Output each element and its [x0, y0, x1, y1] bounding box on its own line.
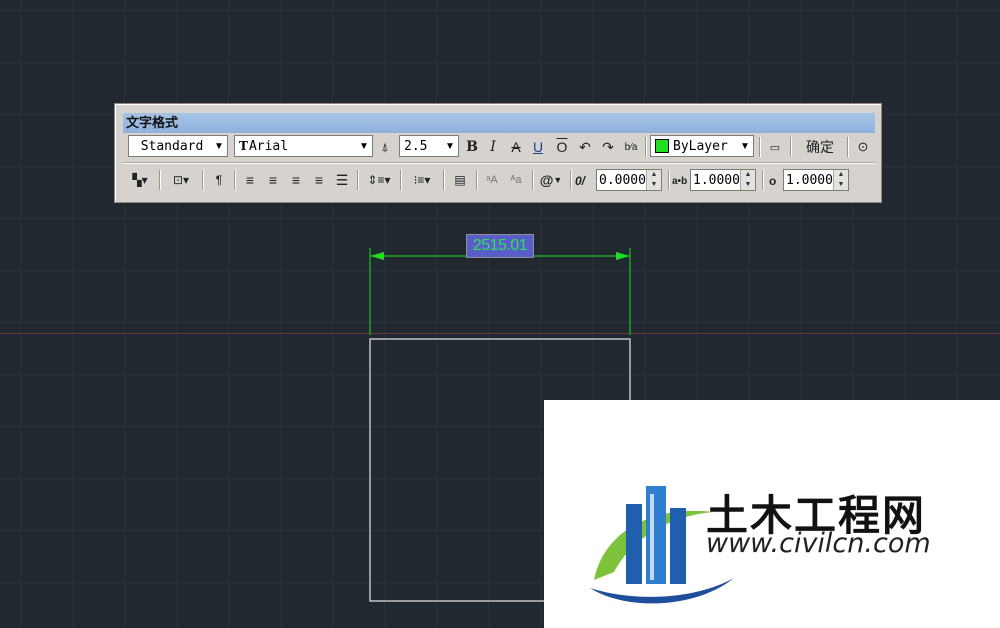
separator	[202, 170, 204, 190]
color-combo[interactable]: ByLayer ▼	[650, 135, 754, 157]
ok-button[interactable]: 确定	[797, 137, 843, 157]
undo-icon[interactable]: ↶	[576, 137, 594, 157]
annotative-icon[interactable]: ⍋	[376, 137, 394, 157]
width-factor-icon: o	[769, 174, 777, 188]
underline-button[interactable]: U	[529, 137, 547, 157]
dimension-text-editor[interactable]: 2515.01	[466, 234, 534, 258]
chevron-down-icon: ▼	[553, 175, 563, 185]
truetype-font-icon: T	[239, 139, 248, 153]
separator	[234, 170, 236, 190]
text-style-value: Standard	[140, 138, 204, 154]
text-formatting-toolbar: 文字格式 Standard ▼ T Arial ▼ ⍋ 2.5 ▼ B I A …	[114, 103, 882, 203]
lowercase-icon[interactable]: ᴬa	[505, 170, 527, 190]
overline-button[interactable]: O	[553, 137, 571, 157]
bold-button[interactable]: B	[463, 137, 481, 157]
redo-icon[interactable]: ↷	[599, 137, 617, 157]
font-value: Arial	[248, 138, 289, 154]
line-spacing-icon[interactable]: ⇕≡▾	[363, 170, 395, 190]
text-height-combo[interactable]: 2.5 ▼	[399, 135, 459, 157]
insert-field-icon[interactable]: ▤	[449, 170, 471, 190]
text-style-combo[interactable]: Standard ▼	[128, 135, 228, 157]
symbol-label: @	[539, 172, 554, 188]
separator	[476, 170, 478, 190]
chevron-down-icon: ▼	[445, 140, 455, 152]
color-swatch	[655, 139, 669, 153]
separator	[645, 137, 647, 157]
oblique-icon: 0/	[575, 174, 586, 188]
separator	[532, 170, 534, 190]
width-factor-input[interactable]: 1.0000 ▲ ▼	[783, 169, 849, 191]
separator	[847, 137, 849, 157]
uppercase-icon[interactable]: ᵃA	[481, 170, 503, 190]
tracking-value: 1.0000	[693, 172, 740, 188]
tracking-icon: a•b	[672, 175, 688, 187]
watermark-logo: 土木工程网 www.civilcn.com	[544, 400, 1000, 628]
separator	[400, 170, 402, 190]
align-left-icon[interactable]: ≡	[240, 170, 260, 190]
separator	[790, 137, 792, 157]
distribute-icon[interactable]: ☰	[332, 170, 352, 190]
separator	[759, 137, 761, 157]
separator	[570, 170, 572, 190]
text-height-value: 2.5	[404, 138, 428, 154]
chevron-down-icon: ▼	[359, 140, 369, 152]
stack-icon[interactable]: b⁄a	[622, 137, 640, 157]
italic-button[interactable]: I	[484, 137, 502, 157]
justify-icon[interactable]: ≡	[309, 170, 329, 190]
mtext-justification-icon[interactable]: ⊡▾	[165, 170, 197, 190]
oblique-angle-input[interactable]: 0.0000 ▲ ▼	[596, 169, 662, 191]
logo-url: www.civilcn.com	[706, 528, 931, 559]
symbol-button[interactable]: @ ▼	[537, 170, 565, 190]
options-icon[interactable]: ⊙	[853, 137, 873, 157]
separator	[443, 170, 445, 190]
spinner-arrows[interactable]: ▲ ▼	[833, 170, 848, 190]
separator	[159, 170, 161, 190]
spinner-arrows[interactable]: ▲ ▼	[646, 170, 661, 190]
spinner-arrows[interactable]: ▲ ▼	[740, 170, 755, 190]
ruler-icon[interactable]: ▭	[764, 137, 786, 157]
paragraph-icon[interactable]: ¶	[209, 170, 229, 190]
font-combo[interactable]: T Arial ▼	[234, 135, 373, 157]
strikethrough-button[interactable]: A	[507, 137, 525, 157]
align-right-icon[interactable]: ≡	[286, 170, 306, 190]
align-center-icon[interactable]: ≡	[263, 170, 283, 190]
separator	[668, 170, 670, 190]
tracking-input[interactable]: 1.0000 ▲ ▼	[690, 169, 756, 191]
separator	[357, 170, 359, 190]
toolbar-title[interactable]: 文字格式	[123, 113, 875, 133]
row-separator	[123, 162, 875, 164]
separator	[762, 170, 764, 190]
color-value: ByLayer	[673, 138, 728, 154]
chevron-down-icon: ▼	[214, 140, 224, 152]
width-factor-value: 1.0000	[786, 172, 833, 188]
oblique-angle-value: 0.0000	[599, 172, 646, 188]
numbering-icon[interactable]: ⁝≡▾	[406, 170, 438, 190]
columns-icon[interactable]: ▚▾	[125, 170, 155, 190]
chevron-down-icon: ▼	[740, 140, 750, 152]
dimension-arrow-left	[370, 252, 384, 260]
dimension-arrow-right	[616, 252, 630, 260]
